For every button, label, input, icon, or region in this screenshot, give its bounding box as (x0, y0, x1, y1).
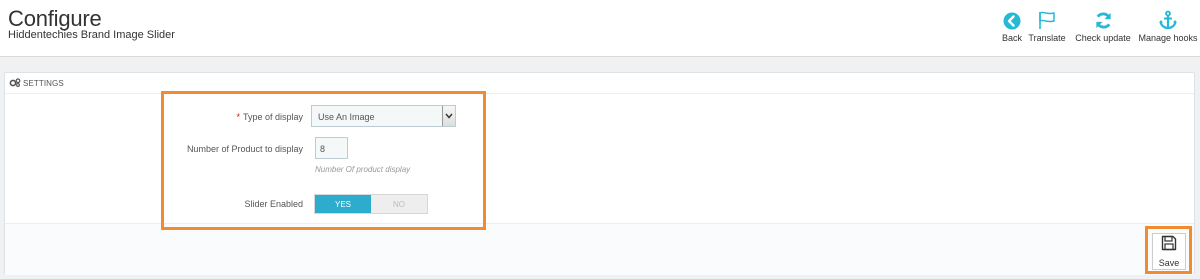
save-button[interactable]: Save (1152, 233, 1186, 270)
check-update-button[interactable]: Check update (1073, 0, 1133, 43)
check-update-label: Check update (1075, 33, 1131, 43)
manage-hooks-button[interactable]: Manage hooks (1138, 0, 1198, 43)
back-circle-icon (1003, 2, 1021, 30)
floppy-disk-icon (1161, 235, 1177, 256)
manage-hooks-label: Manage hooks (1138, 33, 1198, 43)
translate-button[interactable]: Translate (1026, 0, 1068, 43)
refresh-icon (1094, 2, 1113, 30)
back-label: Back (1001, 33, 1022, 43)
anchor-icon (1158, 2, 1178, 30)
flag-icon (1037, 2, 1057, 30)
panel-footer (5, 223, 1194, 275)
save-label: Save (1158, 258, 1180, 268)
back-button[interactable]: Back (997, 0, 1027, 43)
panel-title: SETTINGS (23, 78, 64, 88)
form-highlight-box (161, 91, 486, 230)
page-header: Configure Hiddentechies Brand Image Slid… (0, 0, 1200, 57)
translate-label: Translate (1028, 33, 1066, 43)
page-subtitle: Hiddentechies Brand Image Slider (8, 29, 175, 41)
cogs-icon (9, 77, 21, 89)
